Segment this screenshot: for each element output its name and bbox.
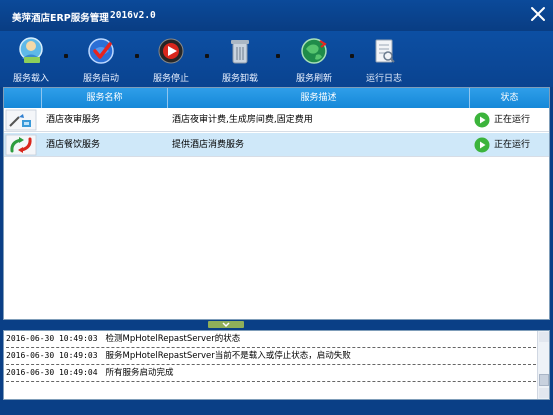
refresh-service-button[interactable]: 服务刷新 xyxy=(284,31,344,87)
catering-icon xyxy=(5,134,37,156)
status-text: 正在运行 xyxy=(494,140,531,150)
window-version: 2016v2.0 xyxy=(110,10,156,21)
stop-service-label: 服务停止 xyxy=(152,74,189,84)
log-scrollbar[interactable] xyxy=(537,331,549,399)
col-header-icon xyxy=(4,88,42,108)
refresh-service-icon xyxy=(301,38,327,64)
run-log-icon xyxy=(375,39,395,63)
status-badge: 正在运行 xyxy=(474,136,544,154)
running-status-icon xyxy=(474,137,490,153)
log-message: 所有服务启动完成 xyxy=(105,368,174,378)
log-message: 服务MpHotelRepastServer当前不是载入或停止状态，启动失败 xyxy=(105,351,351,361)
grid-header: 服务名称 服务描述 状态 xyxy=(4,88,549,108)
toolbar-separator xyxy=(276,54,280,58)
load-service-label: 服务载入 xyxy=(12,74,49,84)
log-entry: 2016-06-30 10:49:04 所有服务启动完成 xyxy=(6,366,536,382)
stop-service-button[interactable]: 服务停止 xyxy=(141,31,201,87)
stop-service-icon xyxy=(158,38,184,64)
toolbar-separator xyxy=(135,54,139,58)
log-time: 2016-06-30 10:49:03 xyxy=(6,334,98,343)
log-time: 2016-06-30 10:49:04 xyxy=(6,368,98,377)
scroll-down-button[interactable] xyxy=(539,388,549,398)
table-row[interactable]: 酒店夜审服务 酒店夜审计费,生成房间费,固定费用 正在运行 xyxy=(4,108,549,132)
log-entry: 2016-06-30 10:49:03 检测MpHotelRepastServer… xyxy=(6,332,536,348)
col-header-status[interactable]: 状态 xyxy=(470,88,549,108)
chevron-down-icon xyxy=(222,322,230,328)
window-title: 美萍酒店ERP服务管理 xyxy=(12,13,109,24)
night-audit-icon xyxy=(5,109,37,131)
status-text: 正在运行 xyxy=(494,115,531,125)
refresh-service-label: 服务刷新 xyxy=(295,74,332,84)
service-name: 酒店餐饮服务 xyxy=(46,140,101,150)
status-badge: 正在运行 xyxy=(474,111,544,129)
splitter-toggle-button[interactable] xyxy=(208,321,244,328)
run-log-label: 运行日志 xyxy=(365,74,402,84)
start-service-label: 服务启动 xyxy=(82,74,119,84)
uninstall-service-label: 服务卸载 xyxy=(221,74,258,84)
title-bar: 美萍酒店ERP服务管理 2016v2.0 xyxy=(0,0,553,31)
service-description: 酒店夜审计费,生成房间费,固定费用 xyxy=(172,115,313,125)
service-grid: 服务名称 服务描述 状态 酒店夜审服务 酒店夜审计费,生成房间费,固定费用 正在… xyxy=(3,87,550,320)
load-service-button[interactable]: 服务载入 xyxy=(1,31,61,87)
log-message: 检测MpHotelRepastServer的状态 xyxy=(105,334,241,344)
toolbar: 服务载入 服务启动 服务停止 服务卸载 服务刷新 运行日志 xyxy=(0,31,553,87)
load-service-icon xyxy=(19,37,43,63)
close-button[interactable] xyxy=(528,4,548,24)
toolbar-separator xyxy=(205,54,209,58)
start-service-icon xyxy=(88,38,114,64)
panel-splitter xyxy=(3,320,550,330)
uninstall-service-button[interactable]: 服务卸载 xyxy=(210,31,270,87)
log-entry: 2016-06-30 10:49:03 服务MpHotelRepastServer… xyxy=(6,349,536,365)
service-name: 酒店夜审服务 xyxy=(46,115,101,125)
run-log-button[interactable]: 运行日志 xyxy=(354,31,414,87)
service-description: 提供酒店消费服务 xyxy=(172,140,245,150)
log-time: 2016-06-30 10:49:03 xyxy=(6,351,98,360)
running-status-icon xyxy=(474,112,490,128)
start-service-button[interactable]: 服务启动 xyxy=(71,31,131,87)
toolbar-separator xyxy=(64,54,68,58)
scroll-thumb[interactable] xyxy=(539,374,549,386)
col-header-service-name[interactable]: 服务名称 xyxy=(42,88,168,108)
uninstall-service-icon xyxy=(231,40,249,64)
bottom-bar xyxy=(0,400,553,415)
scroll-up-button[interactable] xyxy=(539,332,549,342)
table-row[interactable]: 酒店餐饮服务 提供酒店消费服务 正在运行 xyxy=(4,133,549,157)
run-log-panel: 2016-06-30 10:49:03 检测MpHotelRepastServer… xyxy=(3,330,550,400)
close-icon xyxy=(531,7,545,21)
col-header-service-description[interactable]: 服务描述 xyxy=(168,88,470,108)
